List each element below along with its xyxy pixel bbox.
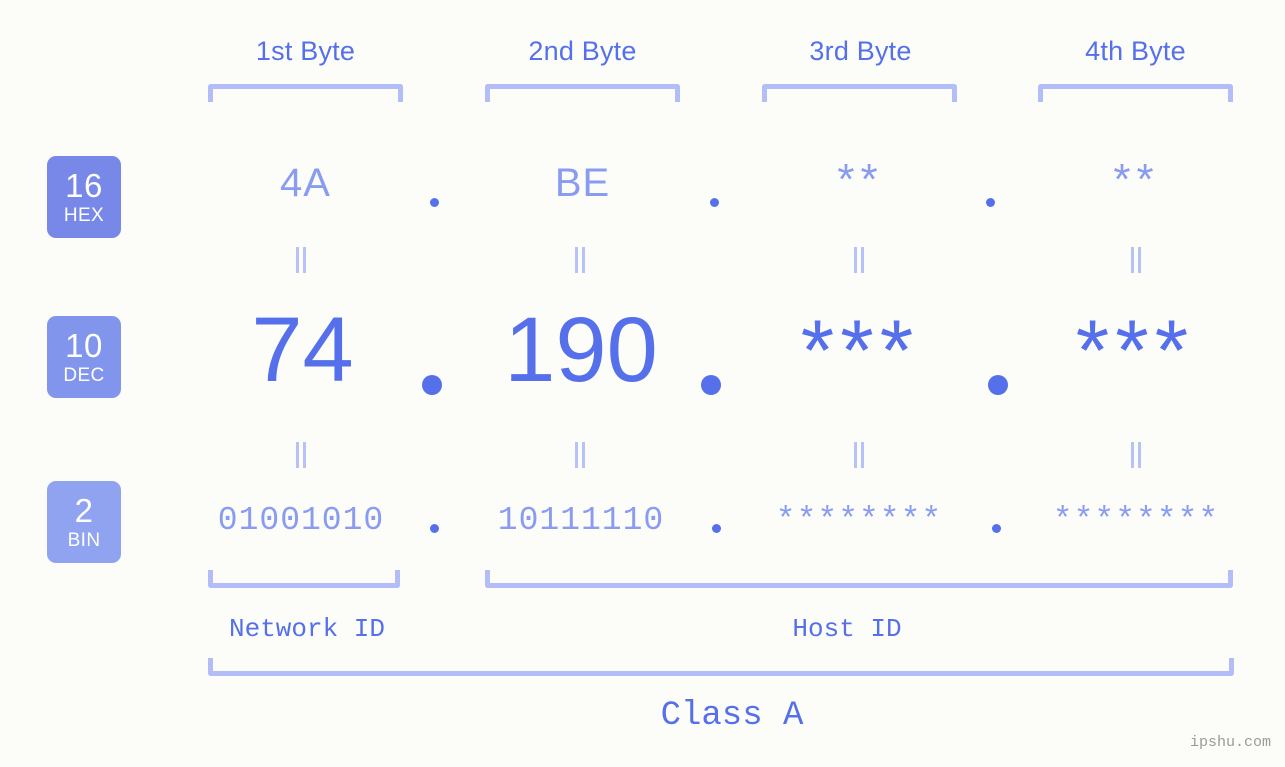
dec-byte-3: *** — [800, 303, 920, 399]
base-badge-dec-name: DEC — [63, 365, 105, 386]
dec-byte-1: 74 — [251, 299, 354, 401]
host-id-label: Host ID — [792, 614, 902, 644]
ip-address-breakdown-diagram: 1st Byte 2nd Byte 3rd Byte 4th Byte 16 H… — [0, 0, 1285, 767]
hex-byte-2: BE — [554, 161, 611, 205]
bin-byte-1: 01001010 — [217, 502, 385, 539]
base-badge-dec-number: 10 — [65, 327, 103, 364]
dec-separator-dot-3 — [988, 375, 1008, 395]
bin-separator-dot-2 — [712, 524, 721, 533]
base-badge-bin-name: BIN — [67, 530, 101, 551]
bin-byte-3: ******** — [775, 502, 943, 539]
equality-marker-dec-bin-4 — [1129, 442, 1143, 468]
base-badge-hex-name: HEX — [63, 205, 105, 226]
host-id-bracket — [485, 570, 1233, 588]
class-bracket — [208, 658, 1234, 676]
hex-byte-3: ** — [837, 155, 884, 204]
byte-header-1: 1st Byte — [255, 36, 356, 66]
bin-separator-dot-3 — [992, 524, 1001, 533]
equality-marker-dec-bin-3 — [852, 442, 866, 468]
byte-bracket-2 — [485, 84, 680, 102]
hex-byte-1: 4A — [280, 161, 331, 205]
byte-bracket-4 — [1038, 84, 1233, 102]
equality-marker-hex-dec-1 — [294, 247, 308, 273]
equality-marker-dec-bin-2 — [573, 442, 587, 468]
equality-marker-hex-dec-3 — [852, 247, 866, 273]
equality-marker-dec-bin-1 — [294, 442, 308, 468]
dec-byte-4: *** — [1075, 303, 1195, 399]
network-id-label: Network ID — [228, 614, 386, 644]
bin-byte-4: ******** — [1052, 502, 1220, 539]
hex-separator-dot-3 — [986, 198, 995, 207]
byte-header-3: 3rd Byte — [809, 36, 912, 66]
bin-separator-dot-1 — [430, 524, 439, 533]
byte-bracket-1 — [208, 84, 403, 102]
base-badge-dec: 10 DEC — [47, 316, 121, 398]
dec-separator-dot-2 — [701, 375, 721, 395]
site-watermark: ipshu.com — [1189, 734, 1271, 751]
bin-byte-2: 10111110 — [497, 502, 665, 539]
dec-byte-2: 190 — [504, 299, 658, 401]
hex-separator-dot-1 — [430, 198, 439, 207]
equality-marker-hex-dec-2 — [573, 247, 587, 273]
network-id-bracket — [208, 570, 400, 588]
hex-byte-4: ** — [1113, 155, 1160, 204]
base-badge-bin: 2 BIN — [47, 481, 121, 563]
hex-separator-dot-2 — [710, 198, 719, 207]
base-badge-hex: 16 HEX — [47, 156, 121, 238]
equality-marker-hex-dec-4 — [1129, 247, 1143, 273]
base-badge-bin-number: 2 — [74, 492, 94, 529]
class-label: Class A — [660, 697, 804, 735]
dec-separator-dot-1 — [422, 375, 442, 395]
byte-header-2: 2nd Byte — [528, 36, 637, 66]
base-badge-hex-number: 16 — [65, 167, 103, 204]
byte-bracket-3 — [762, 84, 957, 102]
byte-header-4: 4th Byte — [1085, 36, 1186, 66]
